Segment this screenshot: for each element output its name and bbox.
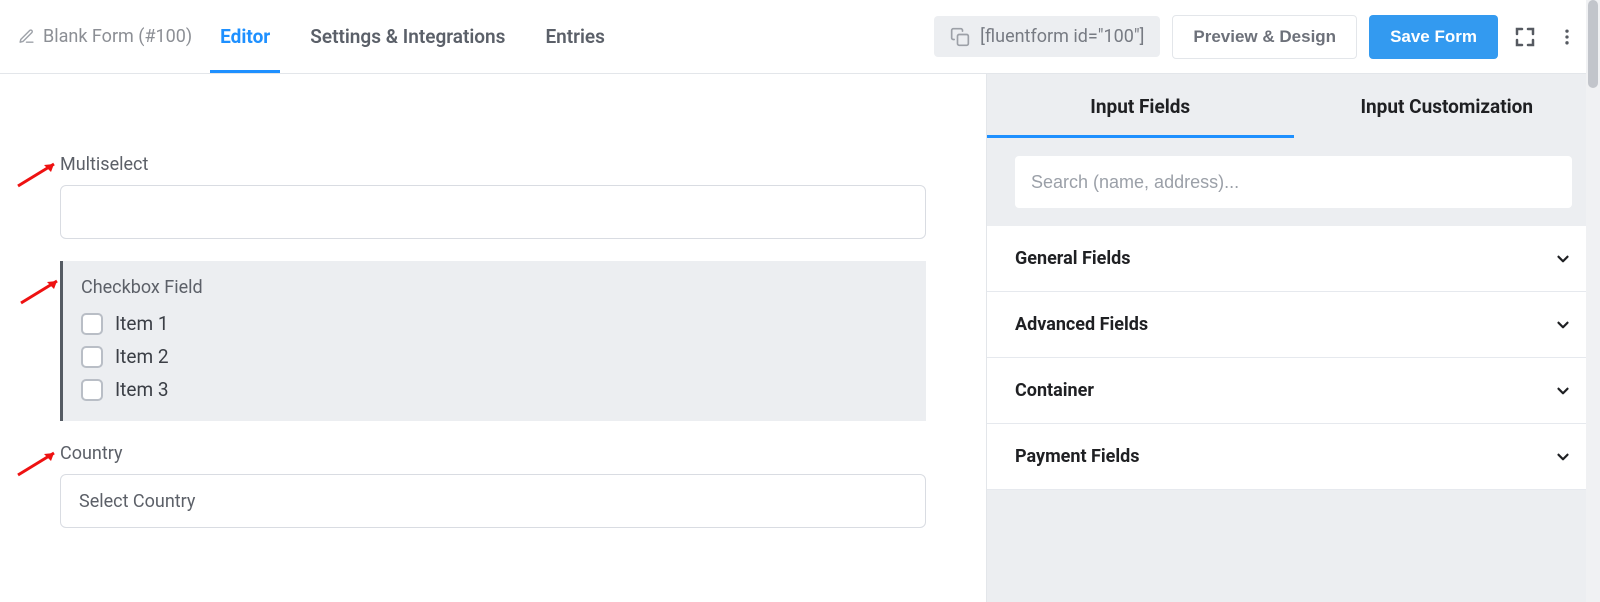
group-label: Advanced Fields [1015, 314, 1148, 335]
primary-tabs: Editor Settings & Integrations Entries [220, 0, 605, 73]
form-canvas: Multiselect Checkbox Field Item 1 Item 2… [0, 74, 986, 602]
checkbox-control[interactable] [81, 379, 103, 401]
field-checkbox-label: Checkbox Field [81, 277, 908, 298]
group-general-fields[interactable]: General Fields [987, 226, 1600, 292]
tab-settings-label: Settings & Integrations [310, 25, 505, 48]
shortcode-text: [fluentform id="100"] [980, 26, 1144, 47]
page-scrollbar[interactable] [1586, 0, 1600, 602]
side-tab-label: Input Customization [1360, 95, 1533, 118]
chevron-down-icon [1554, 316, 1572, 334]
copy-icon [950, 27, 970, 47]
fullscreen-button[interactable] [1510, 22, 1540, 52]
country-select[interactable]: Select Country [60, 474, 926, 528]
field-country[interactable]: Country Select Country [60, 443, 926, 528]
side-tab-label: Input Fields [1090, 95, 1190, 118]
group-label: Payment Fields [1015, 446, 1140, 467]
tab-editor-label: Editor [220, 25, 270, 48]
group-payment-fields[interactable]: Payment Fields [987, 424, 1600, 490]
side-panel-tabs: Input Fields Input Customization [987, 74, 1600, 138]
checkbox-option-2[interactable]: Item 2 [81, 345, 908, 368]
checkbox-option-label: Item 2 [115, 345, 169, 368]
chevron-down-icon [1554, 448, 1572, 466]
annotation-arrow-icon [17, 277, 65, 307]
checkbox-option-label: Item 1 [115, 312, 169, 335]
group-label: Container [1015, 380, 1094, 401]
multiselect-input[interactable] [60, 185, 926, 239]
tab-entries-label: Entries [545, 25, 604, 48]
field-country-label: Country [60, 443, 926, 464]
shortcode-box[interactable]: [fluentform id="100"] [934, 16, 1160, 57]
side-search-input[interactable] [1015, 156, 1572, 208]
checkbox-option-1[interactable]: Item 1 [81, 312, 908, 335]
field-groups-accordion: General Fields Advanced Fields Container… [987, 226, 1600, 490]
tab-entries[interactable]: Entries [545, 0, 604, 73]
side-panel: Input Fields Input Customization General… [986, 74, 1600, 602]
side-tab-input-fields[interactable]: Input Fields [987, 74, 1294, 138]
field-multiselect-label: Multiselect [60, 154, 926, 175]
side-tab-input-customization[interactable]: Input Customization [1294, 74, 1600, 138]
group-label: General Fields [1015, 248, 1130, 269]
checkbox-option-3[interactable]: Item 3 [81, 378, 908, 401]
top-bar: Blank Form (#100) Editor Settings & Inte… [0, 0, 1600, 74]
side-search-wrap [987, 138, 1600, 226]
country-select-placeholder: Select Country [79, 491, 195, 512]
checkbox-control[interactable] [81, 313, 103, 335]
tab-editor[interactable]: Editor [220, 0, 270, 73]
workspace: Multiselect Checkbox Field Item 1 Item 2… [0, 74, 1600, 602]
field-multiselect[interactable]: Multiselect [60, 154, 926, 239]
annotation-arrow-icon [14, 449, 62, 479]
group-advanced-fields[interactable]: Advanced Fields [987, 292, 1600, 358]
save-form-button[interactable]: Save Form [1369, 15, 1498, 59]
chevron-down-icon [1554, 250, 1572, 268]
tab-settings-integrations[interactable]: Settings & Integrations [310, 0, 505, 73]
kebab-icon [1557, 27, 1577, 47]
form-title: Blank Form (#100) [43, 26, 192, 47]
annotation-arrow-icon [14, 160, 62, 190]
chevron-down-icon [1554, 382, 1572, 400]
group-container[interactable]: Container [987, 358, 1600, 424]
pencil-icon [18, 28, 35, 45]
form-title-wrap[interactable]: Blank Form (#100) [18, 26, 192, 47]
more-menu-button[interactable] [1552, 22, 1582, 52]
scrollbar-thumb[interactable] [1588, 0, 1598, 88]
fullscreen-icon [1513, 25, 1537, 49]
field-checkbox[interactable]: Checkbox Field Item 1 Item 2 Item 3 [60, 261, 926, 421]
preview-design-button[interactable]: Preview & Design [1172, 15, 1357, 59]
checkbox-option-label: Item 3 [115, 378, 169, 401]
topbar-right: [fluentform id="100"] Preview & Design S… [934, 15, 1582, 59]
checkbox-control[interactable] [81, 346, 103, 368]
